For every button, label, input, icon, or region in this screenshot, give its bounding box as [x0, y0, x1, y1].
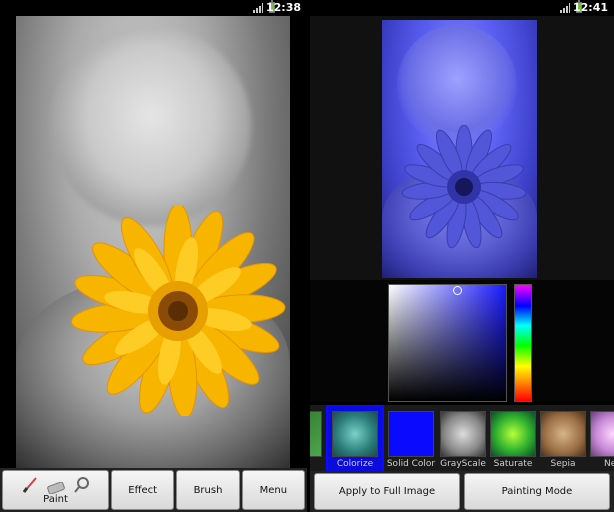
effect-sepia-icon [540, 411, 586, 457]
status-time: 12:41 [572, 1, 608, 14]
effect-item-partial[interactable] [310, 407, 326, 471]
bottom-toolbar: Paint Effect Brush Menu [0, 468, 307, 512]
effect-negative-icon [590, 411, 614, 457]
preview-photo[interactable] [382, 20, 537, 278]
paint-button[interactable]: Paint [2, 470, 109, 510]
signal-icon [560, 3, 570, 13]
status-bar: 12:38 [0, 0, 307, 16]
photo-canvas[interactable] [16, 16, 290, 468]
bottom-toolbar-right: Apply to Full Image Painting Mode [310, 471, 614, 512]
flower-image [401, 125, 527, 249]
brush-icon [22, 476, 37, 493]
effect-item-sepia[interactable]: Sepia [536, 407, 590, 471]
effects-strip: Colorize Solid Color GrayScale Saturate … [310, 405, 614, 471]
color-cursor[interactable] [453, 286, 462, 295]
status-time: 12:38 [265, 1, 301, 14]
photo-face [51, 26, 251, 226]
effect-partial-green-icon [310, 411, 322, 457]
effect-item-saturate[interactable]: Saturate [486, 407, 540, 471]
signal-icon [253, 3, 263, 13]
effect-item-grayscale[interactable]: GrayScale [436, 407, 490, 471]
magnifier-icon [73, 476, 89, 493]
left-screen: 12:38 Paint Effect Brush Menu [0, 0, 307, 512]
menu-button[interactable]: Menu [241, 470, 305, 510]
effect-label: Neg [604, 459, 614, 469]
effect-item-negative[interactable]: Neg [586, 407, 614, 471]
effect-item-colorize[interactable]: Colorize [326, 405, 384, 471]
effect-label: Sepia [550, 459, 576, 469]
effect-label: Saturate [493, 459, 533, 469]
effect-label: Solid Color [386, 459, 436, 469]
effect-colorize-icon [332, 411, 378, 457]
effect-label: GrayScale [440, 459, 486, 469]
brush-button[interactable]: Brush [176, 470, 240, 510]
effect-grayscale-icon [440, 411, 486, 457]
effect-label: Colorize [336, 459, 374, 469]
effect-saturate-icon [490, 411, 536, 457]
painting-mode-button[interactable]: Painting Mode [464, 473, 610, 510]
status-bar: 12:41 [307, 0, 614, 16]
eraser-icon [46, 481, 65, 494]
paint-label: Paint [43, 493, 68, 505]
apply-full-image-button[interactable]: Apply to Full Image [314, 473, 460, 510]
effect-button[interactable]: Effect [111, 470, 175, 510]
flower-image [71, 206, 286, 416]
effect-solid-color-icon [388, 411, 434, 457]
saturation-value-picker[interactable] [388, 284, 507, 402]
hue-slider[interactable] [514, 284, 532, 402]
effect-item-solid-color[interactable]: Solid Color [384, 407, 438, 471]
